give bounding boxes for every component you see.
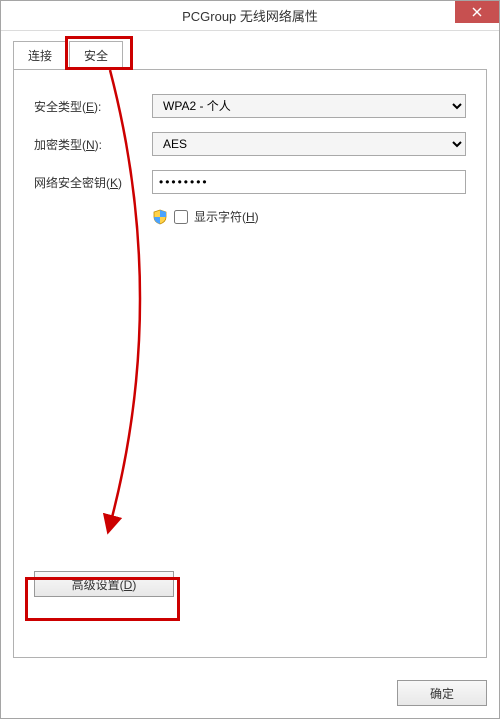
label-encryption-type: 加密类型(N): — [34, 136, 152, 153]
row-security-type: 安全类型(E): WPA2 - 个人 — [34, 94, 466, 118]
window-title: PCGroup 无线网络属性 — [182, 6, 318, 25]
advanced-settings-button[interactable]: 高级设置(D) — [34, 571, 174, 597]
shield-icon — [152, 209, 168, 225]
label-security-type: 安全类型(E): — [34, 98, 152, 115]
tab-security[interactable]: 安全 — [69, 41, 123, 70]
label-network-key: 网络安全密钥(K) — [34, 174, 152, 191]
tabstrip: 连接 安全 — [13, 41, 487, 70]
close-button[interactable] — [455, 1, 499, 23]
row-encryption-type: 加密类型(N): AES — [34, 132, 466, 156]
label-show-chars: 显示字符(H) — [194, 208, 259, 225]
close-icon — [472, 7, 482, 17]
row-network-key: 网络安全密钥(K) — [34, 170, 466, 194]
tab-connect[interactable]: 连接 — [13, 41, 67, 70]
input-network-key[interactable] — [152, 170, 466, 194]
select-security-type[interactable]: WPA2 - 个人 — [152, 94, 466, 118]
checkbox-show-chars[interactable] — [174, 210, 188, 224]
security-tab-panel: 安全类型(E): WPA2 - 个人 加密类型(N): AES 网络安全密钥(K… — [13, 69, 487, 658]
ok-button[interactable]: 确定 — [397, 680, 487, 706]
content-area: 连接 安全 安全类型(E): WPA2 - 个人 加密类型(N): AES — [1, 31, 499, 670]
select-encryption-type[interactable]: AES — [152, 132, 466, 156]
titlebar: PCGroup 无线网络属性 — [1, 1, 499, 31]
row-show-chars: 显示字符(H) — [152, 208, 466, 225]
dialog-button-row: 确定 — [1, 670, 499, 718]
dialog-window: PCGroup 无线网络属性 连接 安全 安全类型(E): WPA2 - 个人 — [0, 0, 500, 719]
